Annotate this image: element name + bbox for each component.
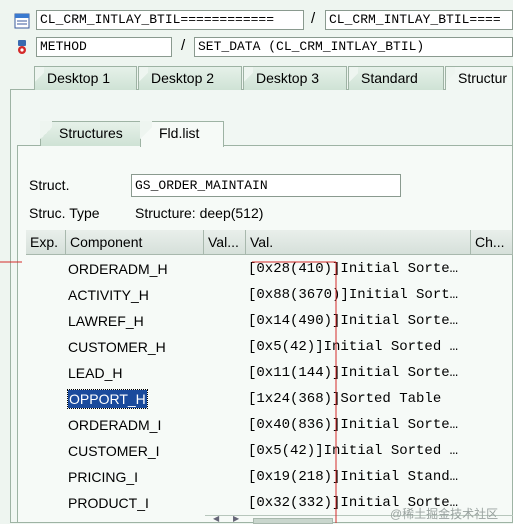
watermark: @稀土掘金技术社区 [390,507,499,521]
annotation-overlay [0,261,337,523]
